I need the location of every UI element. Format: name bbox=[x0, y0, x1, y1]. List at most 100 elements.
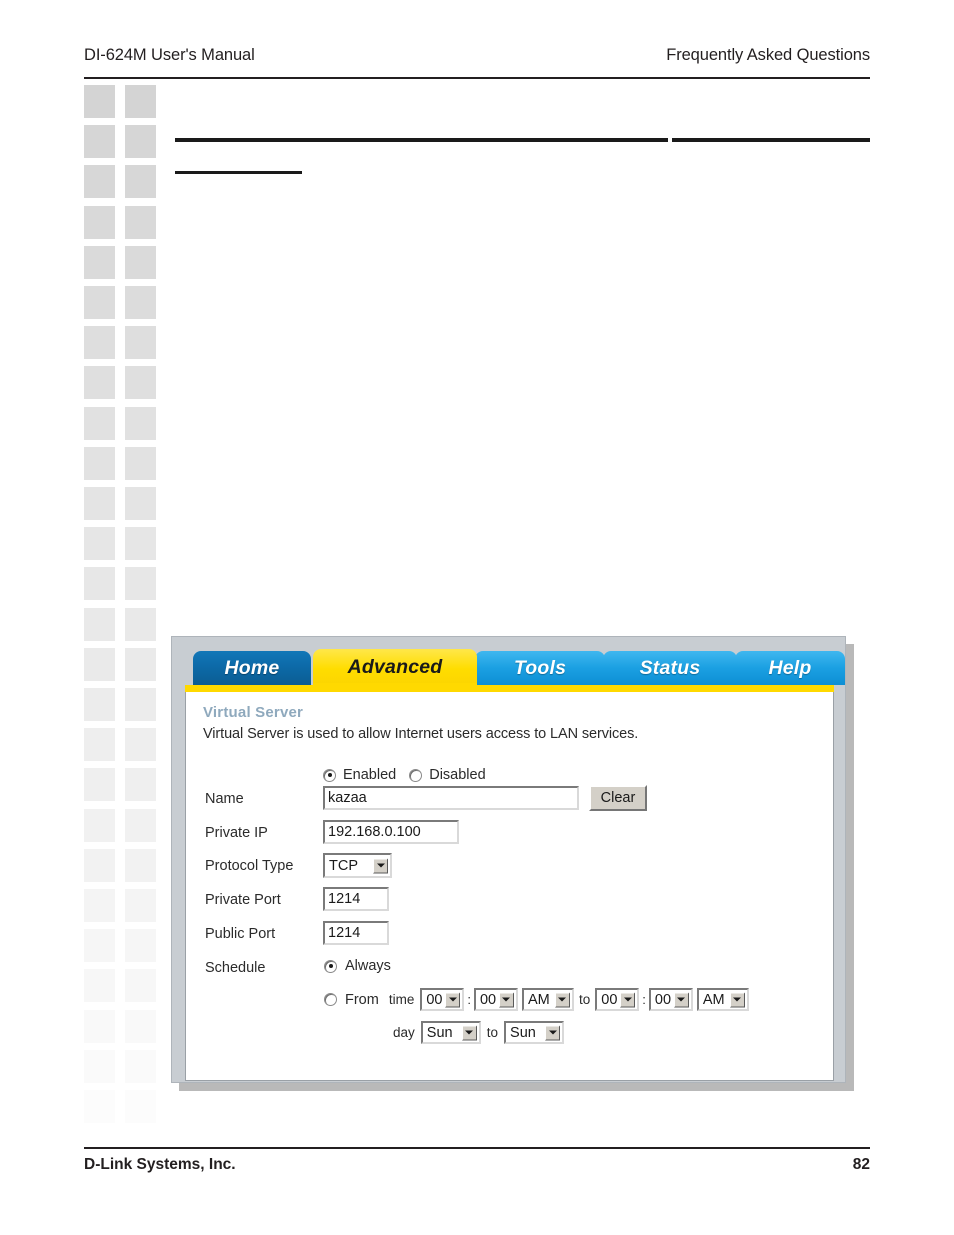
chevron-down-icon bbox=[445, 992, 461, 1007]
start-meridiem-select[interactable]: AM bbox=[521, 988, 574, 1011]
end-minute-select[interactable]: 00 bbox=[648, 988, 693, 1011]
decorative-block-18-0 bbox=[84, 808, 115, 842]
tab-status-label: Status bbox=[639, 656, 701, 679]
start-day-select[interactable]: Sun bbox=[420, 1021, 481, 1044]
start-day-value: Sun bbox=[426, 1024, 453, 1041]
decorative-block-4-0 bbox=[84, 245, 115, 279]
decorative-block-14-1 bbox=[125, 647, 156, 681]
label-private-ip: Private IP bbox=[205, 825, 268, 841]
decorative-block-25-1 bbox=[125, 1090, 156, 1123]
start-minute-value: 00 bbox=[479, 991, 497, 1008]
schedule-day-row: day Sun to Sun bbox=[393, 1021, 565, 1044]
decorative-block-0-1 bbox=[125, 85, 156, 118]
radio-schedule-from[interactable] bbox=[324, 993, 337, 1006]
decorative-block-4-1 bbox=[125, 245, 156, 279]
radio-disabled[interactable] bbox=[409, 768, 423, 782]
decorative-block-18-1 bbox=[125, 808, 156, 842]
router-tab-bar: Home Advanced Tools Status Help bbox=[185, 649, 845, 692]
decorative-block-22-1 bbox=[125, 969, 156, 1003]
decorative-block-19-0 bbox=[84, 848, 115, 882]
tab-advanced-label: Advanced bbox=[347, 655, 443, 678]
decorative-block-7-0 bbox=[84, 366, 115, 400]
end-hour-select[interactable]: 00 bbox=[595, 988, 640, 1011]
name-input[interactable]: kazaa bbox=[323, 786, 579, 810]
tab-underline-active bbox=[313, 683, 477, 692]
decorative-block-16-0 bbox=[84, 728, 115, 762]
decorative-block-25-0 bbox=[84, 1090, 115, 1123]
end-meridiem-select[interactable]: AM bbox=[696, 988, 749, 1011]
decorative-block-13-0 bbox=[84, 607, 115, 641]
decorative-block-11-0 bbox=[84, 527, 115, 561]
redaction-bar-heading-left bbox=[175, 138, 668, 142]
header-divider bbox=[84, 77, 870, 79]
start-meridiem-value: AM bbox=[527, 991, 550, 1008]
start-hour-value: 00 bbox=[426, 991, 443, 1008]
decorative-block-20-0 bbox=[84, 889, 115, 922]
decorative-block-21-0 bbox=[84, 929, 115, 963]
tab-help-label: Help bbox=[768, 656, 812, 679]
decorative-sidebar-blocks bbox=[0, 0, 170, 1123]
router-admin-screenshot: Home Advanced Tools Status Help Virtual … bbox=[171, 636, 854, 1091]
decorative-block-5-0 bbox=[84, 286, 115, 319]
decorative-block-2-0 bbox=[84, 165, 115, 199]
manual-title: DI-624M User's Manual bbox=[84, 46, 255, 64]
tab-help[interactable]: Help bbox=[735, 651, 845, 685]
tab-tools-label: Tools bbox=[513, 656, 567, 679]
decorative-block-10-1 bbox=[125, 487, 156, 520]
decorative-block-2-1 bbox=[125, 165, 156, 199]
private-ip-input[interactable]: 192.168.0.100 bbox=[323, 820, 459, 844]
radio-schedule-always[interactable] bbox=[324, 959, 337, 973]
decorative-block-1-1 bbox=[125, 125, 156, 159]
tab-tools[interactable]: Tools bbox=[475, 651, 605, 685]
protocol-type-select[interactable]: TCP bbox=[323, 853, 392, 878]
chapter-title: Frequently Asked Questions bbox=[666, 46, 870, 64]
decorative-block-24-1 bbox=[125, 1049, 156, 1083]
decorative-block-22-0 bbox=[84, 969, 115, 1003]
decorative-block-23-1 bbox=[125, 1009, 156, 1043]
tab-home-label: Home bbox=[224, 656, 280, 679]
decorative-block-23-0 bbox=[84, 1009, 115, 1043]
start-minute-select[interactable]: 00 bbox=[473, 988, 518, 1011]
decorative-block-15-1 bbox=[125, 688, 156, 721]
tab-advanced[interactable]: Advanced bbox=[313, 649, 477, 685]
public-port-input[interactable]: 1214 bbox=[323, 921, 389, 945]
radio-enabled-label: Enabled bbox=[343, 767, 397, 783]
decorative-block-14-0 bbox=[84, 647, 115, 681]
chevron-down-icon bbox=[373, 858, 388, 873]
decorative-block-24-0 bbox=[84, 1049, 115, 1083]
virtual-server-panel: Virtual Server Virtual Server is used to… bbox=[185, 692, 834, 1081]
time-label: time bbox=[388, 992, 415, 1007]
tab-home[interactable]: Home bbox=[193, 651, 311, 685]
day-label: day bbox=[393, 1025, 415, 1040]
page-header: DI-624M User's Manual Frequently Asked Q… bbox=[84, 46, 870, 74]
section-description: Virtual Server is used to allow Internet… bbox=[203, 726, 639, 742]
decorative-block-13-1 bbox=[125, 607, 156, 641]
end-minute-value: 00 bbox=[654, 991, 672, 1008]
tab-status[interactable]: Status bbox=[603, 651, 737, 685]
decorative-block-12-0 bbox=[84, 567, 115, 601]
schedule-from-row: From time 00 : 00 AM to 00: 00 AM bbox=[324, 988, 749, 1011]
time-colon-start: : bbox=[467, 992, 471, 1007]
start-hour-select[interactable]: 00 bbox=[420, 988, 465, 1011]
end-day-select[interactable]: Sun bbox=[504, 1021, 565, 1044]
decorative-block-1-0 bbox=[84, 125, 115, 159]
private-port-input[interactable]: 1214 bbox=[323, 887, 389, 911]
protocol-type-value: TCP bbox=[329, 857, 358, 874]
tab-underline bbox=[185, 685, 834, 692]
decorative-block-21-1 bbox=[125, 929, 156, 963]
radio-always-label: Always bbox=[345, 958, 391, 974]
decorative-block-10-0 bbox=[84, 487, 115, 520]
decorative-block-19-1 bbox=[125, 848, 156, 882]
decorative-block-3-1 bbox=[125, 205, 156, 239]
clear-button[interactable]: Clear bbox=[589, 785, 647, 811]
decorative-block-8-0 bbox=[84, 406, 115, 440]
radio-enabled[interactable] bbox=[323, 768, 336, 782]
chevron-down-icon bbox=[461, 1025, 477, 1040]
decorative-block-7-1 bbox=[125, 366, 156, 400]
router-panel-frame: Home Advanced Tools Status Help Virtual … bbox=[171, 636, 846, 1083]
radio-from-label: From bbox=[345, 991, 379, 1008]
decorative-block-6-0 bbox=[84, 326, 115, 360]
footer-divider bbox=[84, 1147, 870, 1149]
radio-disabled-label: Disabled bbox=[429, 767, 486, 783]
section-title: Virtual Server bbox=[203, 704, 304, 721]
